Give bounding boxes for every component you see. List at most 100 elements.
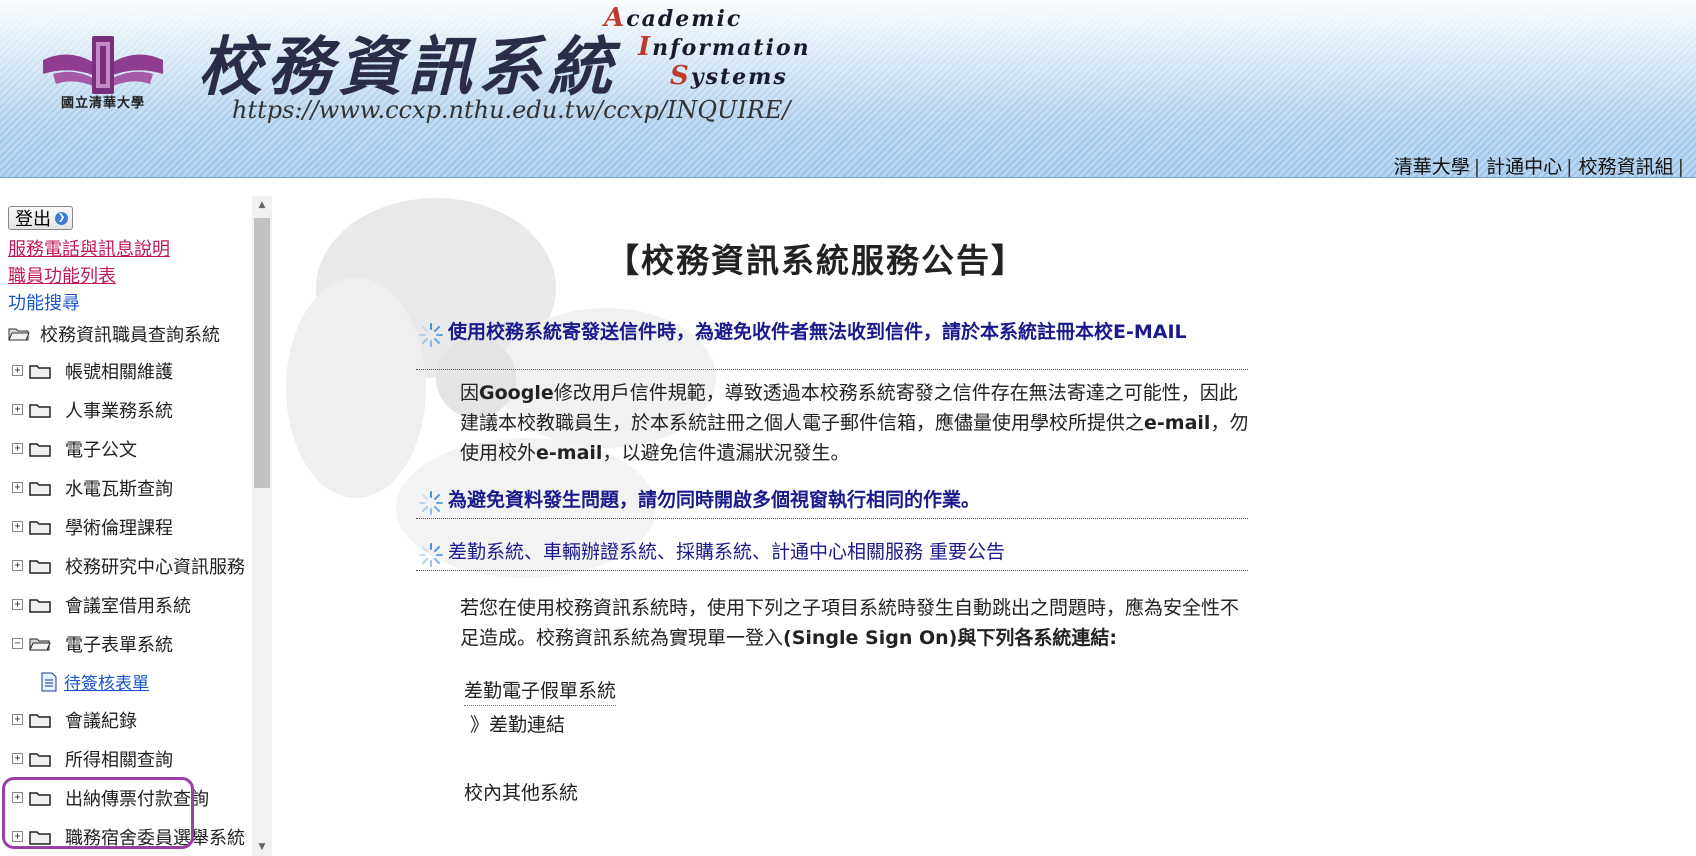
document-icon bbox=[40, 672, 58, 692]
expand-icon[interactable]: + bbox=[12, 753, 23, 764]
tree-item-e-form[interactable]: − 電子表單系統 bbox=[8, 624, 268, 663]
tree-item-ethics-course[interactable]: + 學術倫理課程 bbox=[8, 507, 268, 546]
folder-icon bbox=[29, 402, 51, 418]
tree-item-account[interactable]: + 帳號相關維護 bbox=[8, 351, 268, 390]
tree-item-dorm-election[interactable]: + 職務宿舍委員選舉系統 bbox=[8, 817, 268, 856]
tree-root[interactable]: 校務資訊職員查詢系統 bbox=[8, 317, 268, 351]
tree-item-meeting-minutes[interactable]: + 會議紀錄 bbox=[8, 700, 268, 739]
expand-icon[interactable]: + bbox=[12, 599, 23, 610]
english-title-information: nformation bbox=[652, 35, 811, 61]
body-text: ，以避免信件遺漏狀況發生。 bbox=[602, 442, 850, 464]
leave-system-link[interactable]: 》差勤連結 bbox=[470, 710, 565, 737]
header-links: 清華大學 | 計通中心 | 校務資訊組 | bbox=[1394, 152, 1690, 178]
body-text: 修改用戶信件規範，導致透過本校務系統寄發之信件存在無法寄達之可能性，因此建議本校… bbox=[460, 382, 1238, 434]
folder-icon bbox=[29, 480, 51, 496]
body-bold-text: 與下列各系統連結: bbox=[957, 627, 1117, 649]
tree-item-cashier[interactable]: + 出納傳票付款查詢 bbox=[8, 778, 268, 817]
staff-function-list-link[interactable]: 職員功能列表 bbox=[8, 263, 268, 290]
expand-icon[interactable]: + bbox=[12, 365, 23, 376]
tree-item-label: 水電瓦斯查詢 bbox=[65, 478, 173, 500]
tree-item-label: 電子表單系統 bbox=[65, 634, 173, 656]
arrow-right-icon: ❯ bbox=[55, 211, 68, 225]
announcement-headline-multi-window[interactable]: 為避免資料發生問題，請勿同時開啟多個視窗執行相同的作業。 bbox=[416, 488, 1248, 519]
tree-item-label: 會議紀錄 bbox=[65, 710, 137, 732]
tree-item-label: 所得相關查詢 bbox=[65, 749, 173, 771]
tree-root-label: 校務資訊職員查詢系統 bbox=[40, 325, 220, 346]
subsystem-title-leave: 差勤電子假單系統 bbox=[464, 676, 617, 706]
expand-icon[interactable]: + bbox=[12, 831, 23, 842]
tree-item-label: 人事業務系統 bbox=[65, 400, 173, 422]
tree-item-label: 職務宿舍委員選舉系統 bbox=[65, 827, 245, 849]
open-folder-icon bbox=[29, 636, 51, 652]
tree-item-meeting-room[interactable]: + 會議室借用系統 bbox=[8, 585, 268, 624]
body-text: 因 bbox=[460, 382, 480, 404]
folder-icon bbox=[29, 363, 51, 379]
body-bold-text: e-mail bbox=[1144, 412, 1211, 434]
logout-row: 登出 ❯ bbox=[8, 206, 268, 236]
body-bold-text: e-mail bbox=[536, 442, 603, 464]
system-url: https://www.ccxp.nthu.edu.tw/ccxp/INQUIR… bbox=[232, 96, 791, 124]
body-bold-text: Google bbox=[479, 382, 554, 404]
scroll-down-icon[interactable]: ▼ bbox=[252, 838, 272, 856]
english-title-systems: ystems bbox=[690, 64, 788, 90]
open-folder-icon bbox=[8, 326, 30, 342]
tree-item-utilities[interactable]: + 水電瓦斯查詢 bbox=[8, 468, 268, 507]
link-nthu[interactable]: 清華大學 bbox=[1394, 156, 1470, 177]
scroll-up-icon[interactable]: ▲ bbox=[252, 196, 272, 214]
main-content: 【校務資訊系統服務公告】 使用校務系統寄發送信件時，為避免收件者無法收到信件，請… bbox=[276, 178, 1696, 856]
tree-item-label: 出納傳票付款查詢 bbox=[65, 788, 209, 810]
folder-icon bbox=[29, 751, 51, 767]
link-separator: | bbox=[1566, 156, 1573, 178]
function-search-link[interactable]: 功能搜尋 bbox=[8, 290, 268, 317]
logout-label: 登出 bbox=[15, 209, 51, 230]
expand-icon[interactable]: + bbox=[12, 792, 23, 803]
tree-child-label: 待簽核表單 bbox=[64, 674, 149, 694]
link-academic-info-division[interactable]: 校務資訊組 bbox=[1579, 156, 1674, 177]
spinner-icon bbox=[416, 540, 448, 567]
announcement-headline-text: 使用校務系統寄發送信件時，為避免收件者無法收到信件，請於本系統註冊本校E-MAI… bbox=[448, 321, 1187, 343]
notice-title: 【校務資訊系統服務公告】 bbox=[606, 241, 1026, 280]
scroll-thumb[interactable] bbox=[254, 218, 270, 488]
expand-icon[interactable]: + bbox=[12, 560, 23, 571]
expand-icon[interactable]: + bbox=[12, 443, 23, 454]
announcement-body-email: 因Google修改用戶信件規範，導致透過本校務系統寄發之信件存在無法寄達之可能性… bbox=[460, 378, 1250, 468]
folder-icon bbox=[29, 441, 51, 457]
tree-item-e-document[interactable]: + 電子公文 bbox=[8, 429, 268, 468]
english-title-cap-i: I bbox=[638, 32, 653, 62]
tree-item-income[interactable]: + 所得相關查詢 bbox=[8, 739, 268, 778]
link-computer-center[interactable]: 計通中心 bbox=[1486, 156, 1562, 177]
folder-icon bbox=[29, 558, 51, 574]
announcement-headline-email[interactable]: 使用校務系統寄發送信件時，為避免收件者無法收到信件，請於本系統註冊本校E-MAI… bbox=[416, 320, 1248, 370]
sidebar-nav: 登出 ❯ 服務電話與訊息說明 職員功能列表 功能搜尋 校務資訊職員查詢系統 + 帳… bbox=[0, 196, 276, 856]
tree-item-label: 校務研究中心資訊服務 bbox=[65, 556, 245, 578]
spinner-icon bbox=[416, 320, 448, 347]
english-title: Academic Information Systems bbox=[600, 4, 811, 91]
link-separator: | bbox=[1677, 156, 1684, 178]
sidebar-scrollbar[interactable]: ▲ ▼ bbox=[252, 196, 272, 856]
tree-item-personnel[interactable]: + 人事業務系統 bbox=[8, 390, 268, 429]
announcement-headline-text: 為避免資料發生問題，請勿同時開啟多個視窗執行相同的作業。 bbox=[448, 489, 981, 511]
folder-icon bbox=[29, 712, 51, 728]
english-title-academic: cademic bbox=[626, 6, 743, 32]
tree-child-pending-forms[interactable]: 待簽核表單 bbox=[8, 663, 268, 700]
english-title-cap-s: S bbox=[670, 61, 691, 91]
announcement-headline-text: 差勤系統、車輛辦證系統、採購系統、計通中心相關服務 重要公告 bbox=[448, 541, 1006, 563]
subsystem-title-other: 校內其他系統 bbox=[464, 782, 579, 804]
expand-icon[interactable]: + bbox=[12, 404, 23, 415]
body-bold-text: (Single Sign On) bbox=[783, 627, 958, 649]
collapse-icon[interactable]: − bbox=[12, 638, 23, 649]
service-phone-link[interactable]: 服務電話與訊息說明 bbox=[8, 236, 268, 263]
spinner-icon bbox=[416, 488, 448, 515]
expand-icon[interactable]: + bbox=[12, 482, 23, 493]
tree-item-research-center[interactable]: + 校務研究中心資訊服務 bbox=[8, 546, 268, 585]
tree-item-label: 電子公文 bbox=[65, 439, 137, 461]
link-separator: | bbox=[1473, 156, 1481, 178]
tree-item-label: 學術倫理課程 bbox=[65, 517, 173, 539]
logout-button[interactable]: 登出 ❯ bbox=[8, 206, 73, 230]
announcement-headline-sso[interactable]: 差勤系統、車輛辦證系統、採購系統、計通中心相關服務 重要公告 bbox=[416, 540, 1248, 571]
expand-icon[interactable]: + bbox=[12, 714, 23, 725]
sidebar-content: 登出 ❯ 服務電話與訊息說明 職員功能列表 功能搜尋 校務資訊職員查詢系統 + 帳… bbox=[8, 206, 268, 856]
folder-icon bbox=[29, 829, 51, 845]
english-title-cap-a: A bbox=[604, 3, 627, 33]
expand-icon[interactable]: + bbox=[12, 521, 23, 532]
